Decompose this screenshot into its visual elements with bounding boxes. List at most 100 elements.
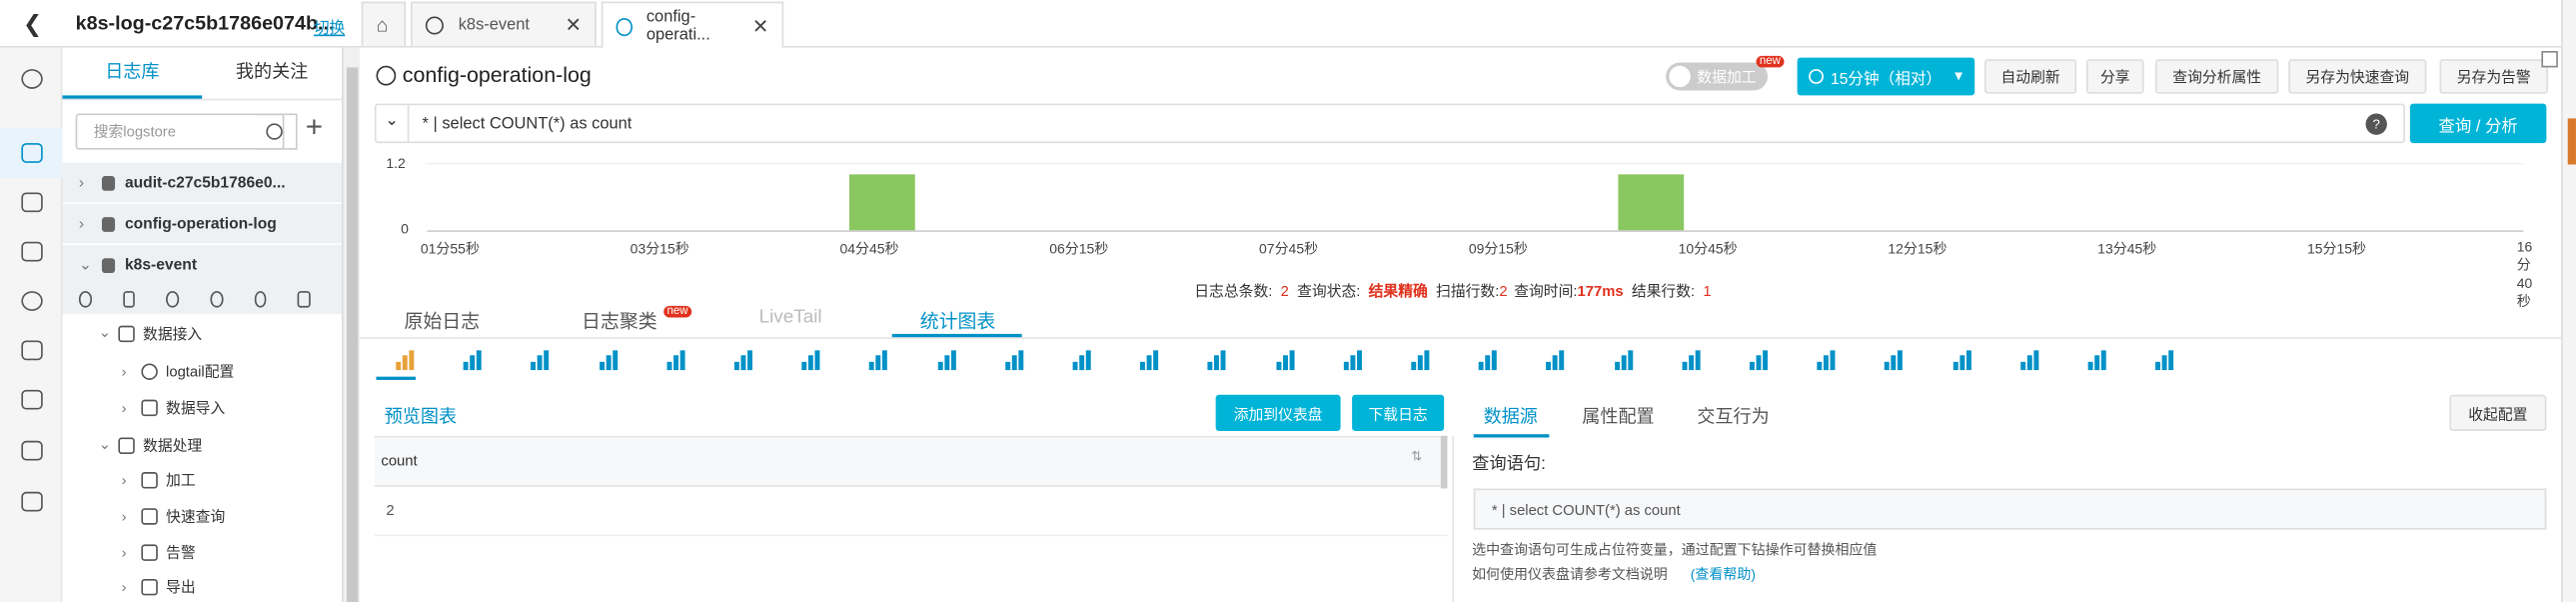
search-icon[interactable] <box>78 291 92 308</box>
clock-icon[interactable] <box>21 69 43 89</box>
help-icon[interactable]: ? <box>2365 113 2387 135</box>
location-icon[interactable] <box>2087 349 2111 371</box>
logstore-item[interactable]: › audit-c27c5b1786e0... <box>62 162 342 203</box>
single-value-icon[interactable] <box>801 349 825 371</box>
auto-refresh-button[interactable]: 自动刷新 <box>1984 59 2077 94</box>
location-icon[interactable] <box>210 291 224 308</box>
back-arrow-icon[interactable]: ❮ <box>23 10 42 38</box>
active-tab-underline <box>891 333 1022 338</box>
layers-icon[interactable] <box>21 491 43 512</box>
time-range-button[interactable]: 15分钟（相对） ▾ <box>1797 57 1975 96</box>
window-restore-icon[interactable] <box>2541 50 2558 68</box>
help-link[interactable]: (查看帮助) <box>1691 564 1756 584</box>
pie-chart-icon[interactable] <box>666 349 689 371</box>
database-icon <box>101 257 116 273</box>
bar-chart-icon[interactable] <box>531 349 555 371</box>
logstore-search-input[interactable]: 搜索logstore <box>75 113 285 150</box>
word-cloud-icon[interactable] <box>1411 349 1434 371</box>
funnel-chart-icon[interactable] <box>1546 349 1570 371</box>
eye-icon[interactable] <box>166 291 180 308</box>
query-statement-box[interactable]: * | select COUNT(*) as count <box>1473 488 2547 530</box>
edit-icon[interactable] <box>122 291 136 308</box>
query-analyze-button[interactable]: 查询 / 分析 <box>2409 103 2547 144</box>
line-chart-icon[interactable] <box>463 349 487 371</box>
list-icon[interactable] <box>21 389 43 410</box>
tab-config-operation[interactable]: config-operati... ✕ <box>601 1 784 50</box>
query-properties-button[interactable]: 查询分析属性 <box>2155 59 2279 94</box>
heatmap-icon[interactable] <box>1885 349 1908 371</box>
column-compare-icon[interactable] <box>1749 349 1773 371</box>
search-button[interactable] <box>254 113 298 150</box>
save-alert-button[interactable]: 另存为告警 <box>2439 59 2548 94</box>
bar-line-icon[interactable] <box>1682 349 1705 371</box>
download-log-button[interactable]: 下载日志 <box>1352 394 1445 431</box>
storage-icon[interactable] <box>21 192 43 213</box>
query-collapse-button[interactable]: ⌄ <box>376 105 410 142</box>
tab-statistics-chart[interactable]: 统计图表 <box>920 308 996 334</box>
tree-node[interactable]: › 数据导入 <box>122 396 225 417</box>
logstore-icon[interactable] <box>21 143 43 163</box>
switch-project-link[interactable]: 切换 <box>314 15 345 38</box>
log-sequence-icon[interactable] <box>2155 349 2178 371</box>
tree-node[interactable]: › 导出 <box>122 576 196 597</box>
gantt-icon[interactable] <box>1952 349 1975 371</box>
sort-icon[interactable]: ⇅ <box>1411 449 1422 464</box>
progress-bar-icon[interactable] <box>869 349 892 371</box>
amap-icon[interactable] <box>1140 349 1163 371</box>
tab-data-source[interactable]: 数据源 <box>1484 403 1538 429</box>
document-icon[interactable] <box>21 241 43 262</box>
world-map-icon[interactable] <box>1072 349 1096 371</box>
tree-node[interactable]: › logtail配置 <box>122 360 234 381</box>
scatter-icon[interactable] <box>1817 349 1841 371</box>
tree-node[interactable]: ⌄ 数据接入 <box>99 322 203 343</box>
tab-property-config[interactable]: 属性配置 <box>1582 403 1654 429</box>
share-button[interactable]: 分享 <box>2086 59 2144 94</box>
alert-icon[interactable] <box>21 340 43 361</box>
add-to-dashboard-button[interactable]: 添加到仪表盘 <box>1215 394 1341 431</box>
delete-icon[interactable] <box>298 291 311 308</box>
sankey-chart-icon[interactable] <box>1275 349 1299 371</box>
robot-icon[interactable] <box>21 440 43 461</box>
logstore-item[interactable]: › config-operation-log <box>62 203 342 244</box>
map-icon[interactable] <box>2019 349 2043 371</box>
chart-pie-icon[interactable] <box>21 291 43 311</box>
histogram-bar[interactable] <box>1618 174 1684 231</box>
logstore-item[interactable]: ⌄ k8s-event <box>62 245 342 285</box>
tab-following[interactable]: 我的关注 <box>202 48 342 99</box>
dot-map-icon[interactable] <box>937 349 960 371</box>
tab-log-cluster[interactable]: 日志聚类 <box>582 308 657 334</box>
save-quick-query-button[interactable]: 另存为快速查询 <box>2288 59 2427 94</box>
horizontal-bar-icon[interactable] <box>599 349 622 371</box>
add-logstore-icon[interactable]: + <box>306 110 323 145</box>
treemap-icon[interactable] <box>1478 349 1502 371</box>
data-process-toggle[interactable]: 数据加工 <box>1666 62 1769 91</box>
tab-livetail[interactable]: LiveTail <box>759 308 822 328</box>
tree-node[interactable]: ⌄ 数据处理 <box>99 434 203 455</box>
close-icon[interactable]: ✕ <box>565 13 582 36</box>
panel-scrollbar[interactable] <box>341 47 361 602</box>
china-map-icon[interactable] <box>1004 349 1028 371</box>
query-input[interactable]: * | select COUNT(*) as count <box>423 115 633 133</box>
tree-node[interactable]: › 告警 <box>122 541 196 562</box>
home-tab[interactable]: ⌂ <box>361 1 407 47</box>
tab-interaction[interactable]: 交互行为 <box>1697 403 1769 429</box>
flow-chart-icon[interactable] <box>1208 349 1231 371</box>
logstore-toolbar <box>62 284 342 315</box>
tab-k8s-event[interactable]: k8s-event ✕ <box>411 1 597 47</box>
river-chart-icon[interactable] <box>1614 349 1637 371</box>
table-chart-icon[interactable] <box>396 349 419 371</box>
tree-node[interactable]: › 快速查询 <box>122 505 225 526</box>
dashboard-icon[interactable] <box>254 291 267 308</box>
tab-logstores[interactable]: 日志库 <box>62 48 203 99</box>
tab-raw-logs[interactable]: 原始日志 <box>404 308 480 334</box>
histogram-bar[interactable] <box>848 174 915 231</box>
area-chart-icon[interactable] <box>733 349 757 371</box>
collapse-config-button[interactable]: 收起配置 <box>2449 394 2547 431</box>
hint-text: 选中查询语句可生成占位符变量，通过配置下钻操作可替换相应值 <box>1472 541 1878 558</box>
stat-value: 2 <box>1499 282 1508 299</box>
topology-icon[interactable] <box>1343 349 1367 371</box>
close-icon[interactable]: ✕ <box>752 15 769 38</box>
table-resize-handle[interactable] <box>1440 435 1448 489</box>
scrollbar-thumb[interactable] <box>346 67 359 602</box>
tree-node[interactable]: › 加工 <box>122 469 196 490</box>
